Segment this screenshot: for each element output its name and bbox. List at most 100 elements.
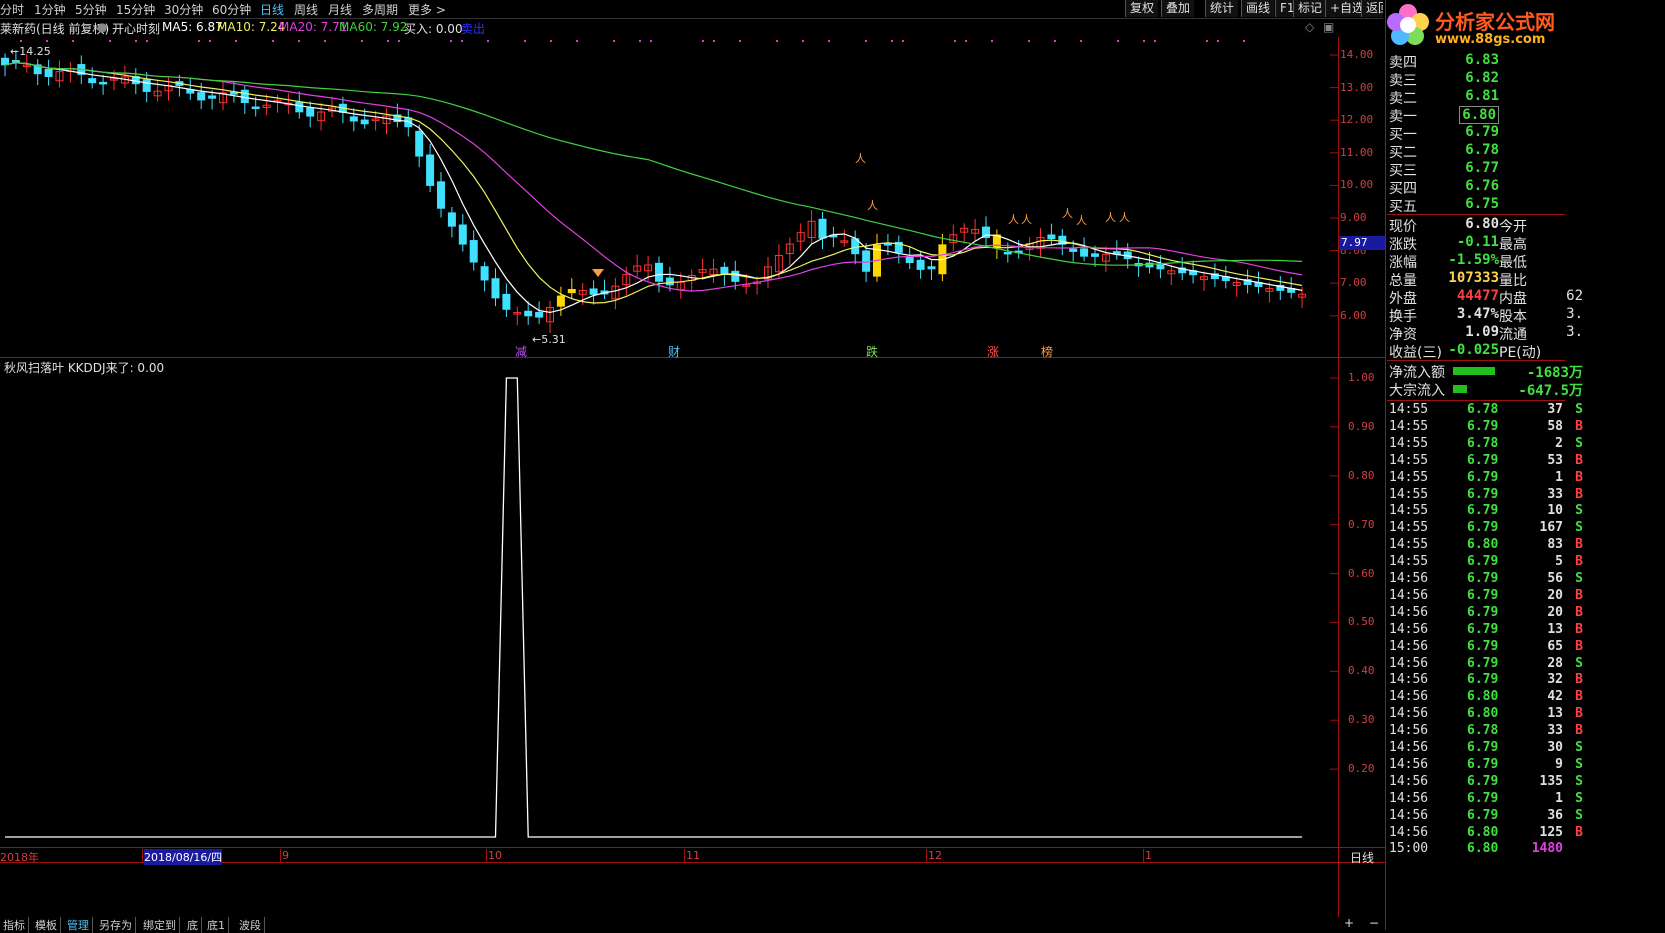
tick-row: 14:55 6.80 83 B xyxy=(1387,537,1585,554)
date-label-1: 2018/08/16/四 xyxy=(144,849,223,865)
candle xyxy=(556,295,565,307)
tick-time: 14:56 xyxy=(1389,638,1429,654)
tick-side: B xyxy=(1575,824,1583,840)
formula-tab-2[interactable]: 管理 xyxy=(64,917,93,933)
tick-side: S xyxy=(1575,520,1583,536)
tick-row: 14:56 6.79 1 S xyxy=(1387,791,1585,808)
diamond-icon[interactable]: ◇ xyxy=(1305,20,1314,34)
period-tab-4[interactable]: 30分钟 xyxy=(164,1,203,18)
candle xyxy=(11,60,20,63)
period-tab-1[interactable]: 1分钟 xyxy=(34,1,66,18)
formula-tab-0[interactable]: 指标 xyxy=(0,917,29,933)
formula-tab-1[interactable]: 模板 xyxy=(32,917,61,933)
tick-volume: 167 xyxy=(1539,520,1563,536)
tick-price: 6.80 xyxy=(1467,824,1499,840)
period-tab-6[interactable]: 日线 xyxy=(260,1,284,18)
tick-row: 14:55 6.79 33 B xyxy=(1387,487,1585,504)
zoom-in-button[interactable]: + xyxy=(1344,916,1354,930)
toolbar-button-3[interactable]: 画线 xyxy=(1241,0,1275,17)
stat-row: 外盘 44477 内盘 62 xyxy=(1387,288,1585,307)
tick-volume: 30 xyxy=(1547,740,1563,755)
tick-price: 6.79 xyxy=(1467,571,1499,586)
stat-label-2: 今开 xyxy=(1499,219,1527,235)
ma20-value: MA20: 7.71 xyxy=(279,20,348,34)
window-icon[interactable]: ▣ xyxy=(1323,20,1334,34)
stat-value-2: 3. xyxy=(1566,306,1583,322)
zoom-out-button[interactable]: − xyxy=(1369,916,1379,930)
date-label-5: 12 xyxy=(928,849,942,862)
tick-volume: 10 xyxy=(1547,503,1563,519)
tick-price: 6.80 xyxy=(1467,537,1499,553)
candle xyxy=(426,154,435,186)
marker-dot xyxy=(20,40,22,42)
period-tab-9[interactable]: 多周期 xyxy=(362,1,398,18)
sub-axis: 1.00 0.90 0.80 0.70 0.60 0.50 0.40 0.30 0.20 xyxy=(1340,358,1386,847)
tick-row: 14:56 6.79 20 B xyxy=(1387,588,1585,605)
sub-axis-label: 1.00 xyxy=(1348,371,1375,384)
tick-price: 6.80 xyxy=(1467,706,1499,722)
tick-side: B xyxy=(1575,689,1583,705)
toolbar-button-5[interactable]: 标记 xyxy=(1293,0,1327,17)
order-book-row: 买二 6.78 xyxy=(1387,142,1585,161)
tick-time: 14:55 xyxy=(1389,503,1429,519)
date-axis-period: 日线 xyxy=(1350,851,1375,865)
period-tab-3[interactable]: 15分钟 xyxy=(116,1,155,18)
formula-tab-5[interactable]: 底 xyxy=(184,917,202,933)
formula-tab-7[interactable]: 波段 xyxy=(236,917,265,933)
formula-tab-4[interactable]: 绑定到 xyxy=(140,917,180,933)
toolbar-button-1[interactable]: 叠加 xyxy=(1161,0,1195,17)
order-book-price: 6.79 xyxy=(1465,124,1499,140)
sell-label: 卖出 xyxy=(461,22,486,36)
candle xyxy=(927,266,936,270)
period-tab-8[interactable]: 月线 xyxy=(328,1,352,18)
toolbar-button-2[interactable]: 统计 xyxy=(1205,0,1239,17)
candle xyxy=(437,181,445,209)
period-tab-7[interactable]: 周线 xyxy=(294,1,318,18)
tick-time: 14:56 xyxy=(1389,824,1429,840)
formula-name[interactable]: 开心时刻 xyxy=(112,20,160,37)
candle xyxy=(1069,248,1078,252)
marker-dot xyxy=(828,40,830,42)
tick-volume: 28 xyxy=(1547,655,1563,671)
flow-label: 大宗流入 xyxy=(1389,383,1445,399)
tick-volume: 135 xyxy=(1539,773,1563,789)
divider xyxy=(1387,214,1565,215)
high-price-label: ←14.25 xyxy=(10,45,51,58)
tick-time: 14:56 xyxy=(1389,571,1429,586)
flow-value: -647.5万 xyxy=(1518,383,1583,399)
stat-label: 总量 xyxy=(1389,273,1417,289)
sub-axis-label: 0.20 xyxy=(1348,762,1375,776)
marker-dot xyxy=(1154,40,1156,42)
order-book-price: 6.76 xyxy=(1465,178,1499,194)
tick-row: 14:56 6.79 28 S xyxy=(1387,656,1585,673)
candlestick-chart[interactable]: ←14.25←5.31人人人人人人人人 xyxy=(0,37,1338,357)
order-book-label: 卖一 xyxy=(1389,109,1417,125)
marker-dot xyxy=(198,40,200,42)
period-tab-2[interactable]: 5分钟 xyxy=(75,1,107,18)
tick-row: 14:56 6.79 9 S xyxy=(1387,757,1585,774)
kkddj-chart[interactable] xyxy=(0,358,1338,847)
toolbar-button-0[interactable]: 复权 xyxy=(1125,0,1159,17)
tick-time: 14:56 xyxy=(1389,621,1429,637)
stat-row: 总量 107333 量比 xyxy=(1387,270,1585,289)
figure-marker-icon: 人 xyxy=(1008,213,1019,226)
tick-volume: 20 xyxy=(1547,587,1563,603)
figure-marker-icon: 人 xyxy=(855,152,866,165)
period-tab-10[interactable]: 更多 > xyxy=(408,1,446,18)
tick-price: 6.79 xyxy=(1467,503,1499,519)
tick-time: 14:56 xyxy=(1389,723,1429,739)
tick-row: 14:56 6.80 42 B xyxy=(1387,689,1585,706)
tick-volume: 1480 xyxy=(1531,841,1563,857)
order-book-row: 买一 6.79 xyxy=(1387,124,1585,143)
period-tab-0[interactable]: 分时 xyxy=(0,1,24,18)
formula-icon[interactable]: ● xyxy=(97,20,107,34)
tick-side: B xyxy=(1575,621,1583,637)
tick-price: 6.79 xyxy=(1467,469,1499,485)
tick-volume: 20 xyxy=(1547,604,1563,620)
formula-tab-3[interactable]: 另存为 xyxy=(96,917,136,933)
candle xyxy=(1091,253,1099,257)
order-book-row: 卖三 6.82 xyxy=(1387,70,1585,89)
formula-tab-6[interactable]: 底1 xyxy=(204,917,229,933)
period-tab-5[interactable]: 60分钟 xyxy=(212,1,251,18)
order-book-label: 买三 xyxy=(1389,163,1417,179)
